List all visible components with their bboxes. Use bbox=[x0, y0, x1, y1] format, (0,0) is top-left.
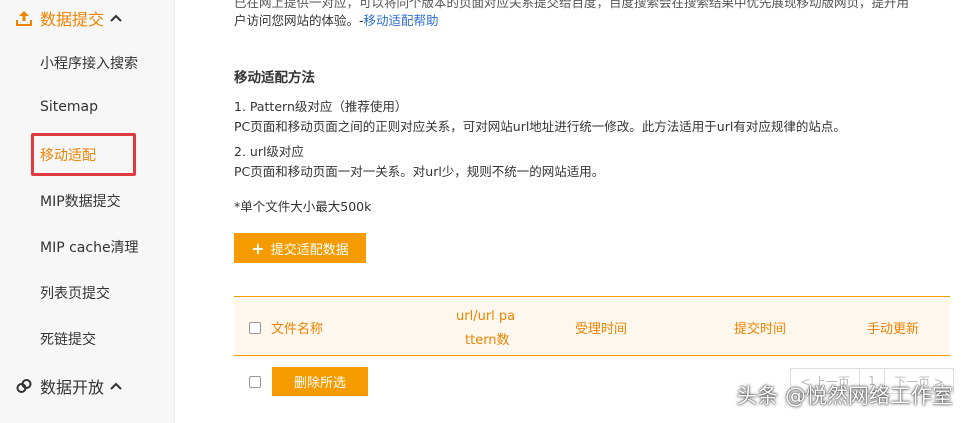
sidebar-item-mip-submit[interactable]: MIP数据提交 bbox=[40, 191, 121, 211]
intro-line-2: 户访问您网站的体验。-移动适配帮助 bbox=[234, 10, 439, 29]
plus-icon: + bbox=[251, 238, 265, 258]
submit-adaptation-button[interactable]: + 提交适配数据 bbox=[234, 233, 366, 263]
sidebar-item-mobile-adaptation[interactable]: 移动适配 bbox=[40, 145, 96, 165]
sidebar-item-mini-program[interactable]: 小程序接入搜索 bbox=[40, 53, 138, 73]
table-header: 文件名称 url/url pa ttern数 受理时间 提交时间 手动更新 bbox=[234, 296, 950, 356]
sidebar: 数据提交 小程序接入搜索 Sitemap 移动适配 MIP数据提交 MIP ca… bbox=[0, 0, 175, 423]
option-2-desc: PC页面和移动页面一对一关系。对url少，规则不统一的网站适用。 bbox=[234, 164, 605, 179]
upload-icon bbox=[14, 8, 34, 28]
column-url-count-2: ttern数 bbox=[465, 333, 510, 348]
sidebar-section-data-submit[interactable]: 数据提交 bbox=[14, 6, 122, 30]
chevron-up-icon bbox=[110, 12, 122, 24]
select-all-checkbox[interactable] bbox=[249, 322, 261, 334]
delete-selected-button[interactable]: 删除所选 bbox=[272, 367, 368, 396]
sidebar-section-label: 数据提交 bbox=[40, 10, 105, 29]
option-1-title: 1. Pattern级对应（推荐使用） bbox=[234, 99, 408, 114]
column-submit-time: 提交时间 bbox=[734, 322, 787, 337]
sidebar-section-data-open[interactable]: 数据开放 bbox=[14, 374, 122, 398]
link-icon bbox=[14, 376, 34, 396]
sidebar-section-label: 数据开放 bbox=[40, 378, 105, 397]
option-1-desc: PC页面和移动页面之间的正则对应关系，可对网站url地址进行统一修改。此方法适用… bbox=[234, 119, 846, 134]
option-2-title: 2. url级对应 bbox=[234, 144, 304, 159]
sidebar-item-dead-link[interactable]: 死链提交 bbox=[40, 329, 96, 349]
column-manual-update: 手动更新 bbox=[867, 322, 920, 337]
row-select-checkbox[interactable] bbox=[249, 376, 261, 388]
main-content: 已在网上提供一对应，可以将同个版本的页面对应关系提交给百度，百度搜索会在搜索结果… bbox=[176, 0, 965, 423]
submit-button-label: 提交适配数据 bbox=[270, 242, 349, 258]
sidebar-item-mip-cache[interactable]: MIP cache清理 bbox=[40, 237, 139, 257]
column-file-name: 文件名称 bbox=[271, 322, 324, 337]
sidebar-item-list-page[interactable]: 列表页提交 bbox=[40, 283, 110, 303]
chevron-up-icon bbox=[110, 380, 122, 392]
watermark: 头条 @悦然网络工作室 bbox=[736, 384, 953, 408]
help-link[interactable]: 移动适配帮助 bbox=[364, 13, 439, 28]
intro-text: 户访问您网站的体验。- bbox=[234, 13, 364, 28]
section-title: 移动适配方法 bbox=[234, 70, 315, 86]
file-size-note: *单个文件大小最大500k bbox=[234, 199, 372, 214]
column-accepted-time: 受理时间 bbox=[575, 322, 628, 337]
sidebar-item-sitemap[interactable]: Sitemap bbox=[40, 99, 98, 115]
column-url-count-1: url/url pa bbox=[456, 309, 516, 324]
